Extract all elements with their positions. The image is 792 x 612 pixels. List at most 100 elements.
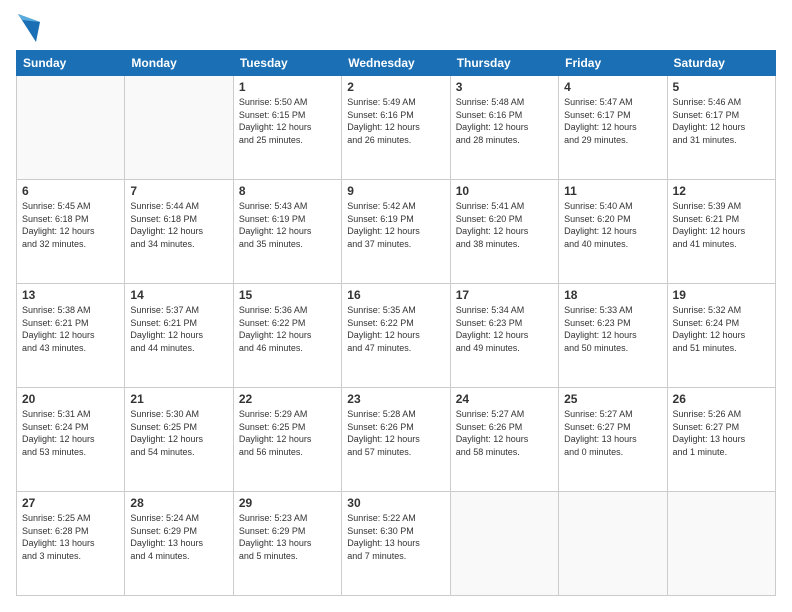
header	[16, 16, 776, 42]
page: SundayMondayTuesdayWednesdayThursdayFrid…	[0, 0, 792, 612]
calendar-cell: 7 Sunrise: 5:44 AM Sunset: 6:18 PM Daylig…	[125, 180, 233, 284]
day-info: Sunrise: 5:50 AM Sunset: 6:15 PM Dayligh…	[239, 96, 336, 146]
day-info: Sunrise: 5:33 AM Sunset: 6:23 PM Dayligh…	[564, 304, 661, 354]
calendar-cell: 13 Sunrise: 5:38 AM Sunset: 6:21 PM Dayli…	[17, 284, 125, 388]
day-info: Sunrise: 5:27 AM Sunset: 6:27 PM Dayligh…	[564, 408, 661, 458]
weekday-header-thursday: Thursday	[450, 51, 558, 76]
weekday-header-friday: Friday	[559, 51, 667, 76]
day-number: 23	[347, 392, 444, 406]
day-number: 10	[456, 184, 553, 198]
day-number: 19	[673, 288, 770, 302]
weekday-header-monday: Monday	[125, 51, 233, 76]
calendar-cell: 28Sunrise: 5:24 AM Sunset: 6:29 PM Dayli…	[125, 492, 233, 596]
day-number: 4	[564, 80, 661, 94]
calendar-cell: 23 Sunrise: 5:28 AM Sunset: 6:26 PM Dayli…	[342, 388, 450, 492]
day-info: Sunrise: 5:36 AM Sunset: 6:22 PM Dayligh…	[239, 304, 336, 354]
calendar-cell: 25Sunrise: 5:27 AM Sunset: 6:27 PM Dayli…	[559, 388, 667, 492]
calendar-cell: 24 Sunrise: 5:27 AM Sunset: 6:26 PM Dayli…	[450, 388, 558, 492]
day-info: Sunrise: 5:45 AM Sunset: 6:18 PM Dayligh…	[22, 200, 119, 250]
day-info: Sunrise: 5:49 AM Sunset: 6:16 PM Dayligh…	[347, 96, 444, 146]
calendar-cell	[125, 76, 233, 180]
day-info: Sunrise: 5:27 AM Sunset: 6:26 PM Dayligh…	[456, 408, 553, 458]
calendar-cell: 14 Sunrise: 5:37 AM Sunset: 6:21 PM Dayli…	[125, 284, 233, 388]
day-number: 7	[130, 184, 227, 198]
day-number: 1	[239, 80, 336, 94]
calendar-cell: 26Sunrise: 5:26 AM Sunset: 6:27 PM Dayli…	[667, 388, 775, 492]
day-number: 12	[673, 184, 770, 198]
week-row-1: 1 Sunrise: 5:50 AM Sunset: 6:15 PM Daylig…	[17, 76, 776, 180]
calendar-cell: 20Sunrise: 5:31 AM Sunset: 6:24 PM Dayli…	[17, 388, 125, 492]
day-number: 17	[456, 288, 553, 302]
day-info: Sunrise: 5:48 AM Sunset: 6:16 PM Dayligh…	[456, 96, 553, 146]
day-number: 13	[22, 288, 119, 302]
day-info: Sunrise: 5:39 AM Sunset: 6:21 PM Dayligh…	[673, 200, 770, 250]
calendar-cell: 1 Sunrise: 5:50 AM Sunset: 6:15 PM Daylig…	[233, 76, 341, 180]
calendar-cell: 8 Sunrise: 5:43 AM Sunset: 6:19 PM Daylig…	[233, 180, 341, 284]
day-number: 2	[347, 80, 444, 94]
calendar-cell	[559, 492, 667, 596]
day-number: 18	[564, 288, 661, 302]
weekday-header-sunday: Sunday	[17, 51, 125, 76]
day-info: Sunrise: 5:22 AM Sunset: 6:30 PM Dayligh…	[347, 512, 444, 562]
weekday-header-saturday: Saturday	[667, 51, 775, 76]
logo-lines	[16, 16, 40, 42]
weekday-header-row: SundayMondayTuesdayWednesdayThursdayFrid…	[17, 51, 776, 76]
calendar-cell: 18 Sunrise: 5:33 AM Sunset: 6:23 PM Dayli…	[559, 284, 667, 388]
day-info: Sunrise: 5:38 AM Sunset: 6:21 PM Dayligh…	[22, 304, 119, 354]
week-row-4: 20Sunrise: 5:31 AM Sunset: 6:24 PM Dayli…	[17, 388, 776, 492]
day-number: 15	[239, 288, 336, 302]
day-info: Sunrise: 5:43 AM Sunset: 6:19 PM Dayligh…	[239, 200, 336, 250]
day-info: Sunrise: 5:37 AM Sunset: 6:21 PM Dayligh…	[130, 304, 227, 354]
day-info: Sunrise: 5:24 AM Sunset: 6:29 PM Dayligh…	[130, 512, 227, 562]
day-number: 22	[239, 392, 336, 406]
day-info: Sunrise: 5:47 AM Sunset: 6:17 PM Dayligh…	[564, 96, 661, 146]
calendar-cell: 17Sunrise: 5:34 AM Sunset: 6:23 PM Dayli…	[450, 284, 558, 388]
calendar-cell	[667, 492, 775, 596]
day-info: Sunrise: 5:32 AM Sunset: 6:24 PM Dayligh…	[673, 304, 770, 354]
day-info: Sunrise: 5:23 AM Sunset: 6:29 PM Dayligh…	[239, 512, 336, 562]
calendar-cell: 11 Sunrise: 5:40 AM Sunset: 6:20 PM Dayli…	[559, 180, 667, 284]
calendar-cell: 9 Sunrise: 5:42 AM Sunset: 6:19 PM Daylig…	[342, 180, 450, 284]
day-number: 27	[22, 496, 119, 510]
weekday-header-wednesday: Wednesday	[342, 51, 450, 76]
day-number: 8	[239, 184, 336, 198]
day-info: Sunrise: 5:42 AM Sunset: 6:19 PM Dayligh…	[347, 200, 444, 250]
calendar-cell: 22Sunrise: 5:29 AM Sunset: 6:25 PM Dayli…	[233, 388, 341, 492]
day-number: 6	[22, 184, 119, 198]
calendar-cell: 19 Sunrise: 5:32 AM Sunset: 6:24 PM Dayli…	[667, 284, 775, 388]
calendar-cell: 29Sunrise: 5:23 AM Sunset: 6:29 PM Dayli…	[233, 492, 341, 596]
day-info: Sunrise: 5:28 AM Sunset: 6:26 PM Dayligh…	[347, 408, 444, 458]
calendar-cell: 6 Sunrise: 5:45 AM Sunset: 6:18 PM Daylig…	[17, 180, 125, 284]
day-info: Sunrise: 5:40 AM Sunset: 6:20 PM Dayligh…	[564, 200, 661, 250]
day-number: 3	[456, 80, 553, 94]
day-number: 11	[564, 184, 661, 198]
day-number: 14	[130, 288, 227, 302]
calendar-cell: 12 Sunrise: 5:39 AM Sunset: 6:21 PM Dayli…	[667, 180, 775, 284]
calendar-cell	[450, 492, 558, 596]
day-info: Sunrise: 5:30 AM Sunset: 6:25 PM Dayligh…	[130, 408, 227, 458]
calendar-cell: 21 Sunrise: 5:30 AM Sunset: 6:25 PM Dayli…	[125, 388, 233, 492]
calendar-cell: 4 Sunrise: 5:47 AM Sunset: 6:17 PM Daylig…	[559, 76, 667, 180]
weekday-header-tuesday: Tuesday	[233, 51, 341, 76]
day-info: Sunrise: 5:41 AM Sunset: 6:20 PM Dayligh…	[456, 200, 553, 250]
calendar-cell: 30Sunrise: 5:22 AM Sunset: 6:30 PM Dayli…	[342, 492, 450, 596]
day-number: 26	[673, 392, 770, 406]
week-row-5: 27 Sunrise: 5:25 AM Sunset: 6:28 PM Dayli…	[17, 492, 776, 596]
day-info: Sunrise: 5:25 AM Sunset: 6:28 PM Dayligh…	[22, 512, 119, 562]
calendar-cell: 5Sunrise: 5:46 AM Sunset: 6:17 PM Daylig…	[667, 76, 775, 180]
calendar-cell: 16Sunrise: 5:35 AM Sunset: 6:22 PM Dayli…	[342, 284, 450, 388]
calendar-cell: 10 Sunrise: 5:41 AM Sunset: 6:20 PM Dayli…	[450, 180, 558, 284]
week-row-2: 6 Sunrise: 5:45 AM Sunset: 6:18 PM Daylig…	[17, 180, 776, 284]
logo	[16, 16, 40, 42]
day-number: 20	[22, 392, 119, 406]
calendar-cell	[17, 76, 125, 180]
day-info: Sunrise: 5:44 AM Sunset: 6:18 PM Dayligh…	[130, 200, 227, 250]
day-number: 21	[130, 392, 227, 406]
calendar-cell: 15 Sunrise: 5:36 AM Sunset: 6:22 PM Dayli…	[233, 284, 341, 388]
day-number: 5	[673, 80, 770, 94]
day-number: 9	[347, 184, 444, 198]
logo-icon	[18, 14, 40, 42]
day-number: 16	[347, 288, 444, 302]
calendar-cell: 27 Sunrise: 5:25 AM Sunset: 6:28 PM Dayli…	[17, 492, 125, 596]
day-number: 24	[456, 392, 553, 406]
